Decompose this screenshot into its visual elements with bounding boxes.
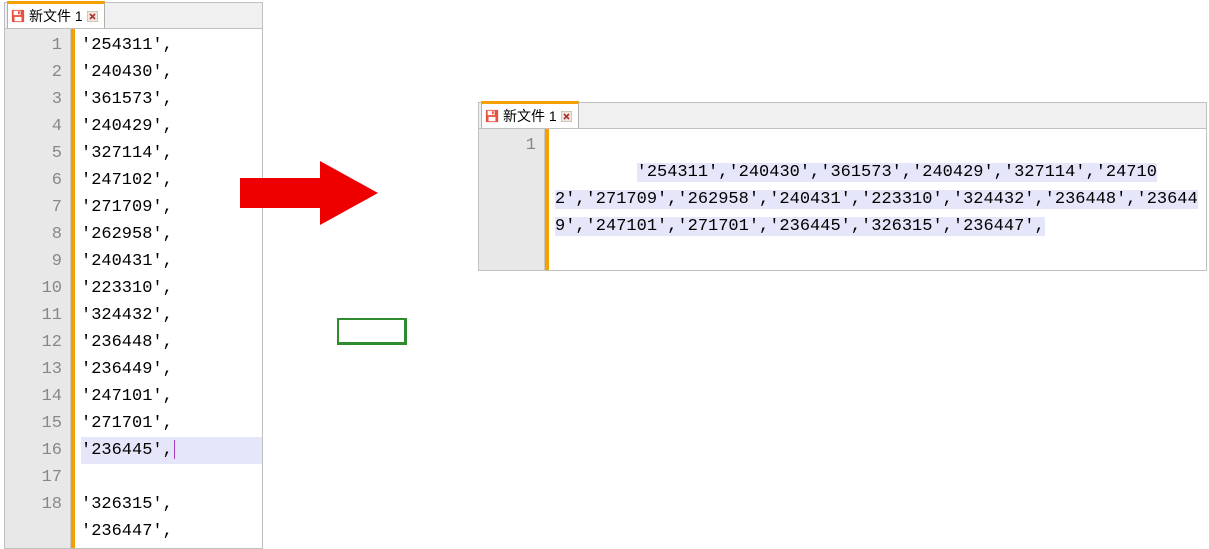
tab-bar: 新文件 1 [5,3,262,29]
line-number: 15 [5,410,62,437]
code-line: '254311', [81,36,173,55]
wrapped-line: '254311','240430','361573','240429','327… [555,163,1198,236]
code-line: '247101', [81,387,173,406]
line-gutter: 1 [479,129,545,270]
line-number: 8 [5,221,62,248]
file-tab[interactable]: 新文件 1 [481,101,579,128]
line-number: 13 [5,356,62,383]
save-icon [485,109,499,123]
code-line: '236449', [81,360,173,379]
line-number: 5 [5,140,62,167]
line-number: 10 [5,275,62,302]
code-line: '236447', [81,522,173,541]
code-line: '326315', [81,495,173,514]
line-number: 12 [5,329,62,356]
file-tab[interactable]: 新文件 1 [7,1,105,28]
line-number: 2 [5,59,62,86]
code-line: '327114', [81,144,173,163]
code-line: '361573', [81,90,173,109]
close-icon[interactable] [87,11,98,22]
editor-left: 新文件 1 123456789101112131415161718 '25431… [4,2,263,549]
save-icon [11,9,25,23]
code-line: '271709', [81,198,173,217]
code-line: '324432', [81,306,173,325]
code-line: '247102', [81,171,173,190]
line-number: 7 [5,194,62,221]
code-text[interactable]: '254311', '240430', '361573', '240429', … [75,29,262,548]
code-line: '271701', [81,414,173,433]
code-area[interactable]: 1 '254311','240430','361573','240429','3… [479,129,1206,270]
line-number: 4 [5,113,62,140]
code-line: '240430', [81,63,173,82]
line-number: 3 [5,86,62,113]
code-line: '236445', [81,437,262,464]
tab-label: 新文件 1 [29,6,83,26]
line-number: 17 [5,464,62,491]
text-cursor [174,440,175,459]
editor-right: 新文件 1 1 '254311','240430','361573','2404… [478,102,1207,271]
code-area[interactable]: 123456789101112131415161718 '254311', '2… [5,29,262,548]
code-line: '262958', [81,225,173,244]
line-number: 11 [5,302,62,329]
code-text[interactable]: '254311','240430','361573','240429','327… [549,129,1206,270]
line-number: 14 [5,383,62,410]
line-number: 1 [479,132,536,159]
line-number: 16 [5,437,62,464]
code-line: '223310', [81,279,173,298]
green-highlight-box [337,318,407,345]
code-line: '240431', [81,252,173,271]
line-number: 6 [5,167,62,194]
line-number: 18 [5,491,62,518]
line-gutter: 123456789101112131415161718 [5,29,71,548]
code-line: '240429', [81,117,173,136]
tab-bar: 新文件 1 [479,103,1206,129]
tab-label: 新文件 1 [503,106,557,126]
arrow-icon [240,158,380,228]
line-number: 1 [5,32,62,59]
line-number: 9 [5,248,62,275]
code-line: '236448', [81,333,173,352]
close-icon[interactable] [561,111,572,122]
